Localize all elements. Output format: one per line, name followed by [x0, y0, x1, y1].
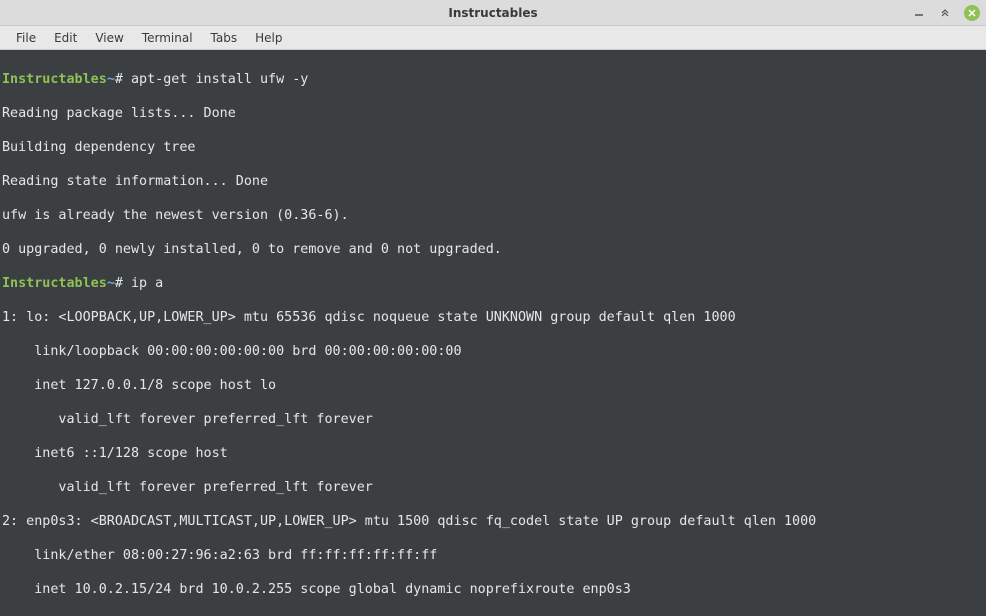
minimize-icon	[914, 8, 924, 18]
prompt-hash: #	[115, 72, 123, 87]
prompt-host: Instructables	[2, 72, 107, 87]
maximize-button[interactable]	[938, 6, 952, 20]
prompt-hash: #	[115, 276, 123, 291]
menu-tabs[interactable]: Tabs	[203, 28, 246, 48]
terminal-output: 0 upgraded, 0 newly installed, 0 to remo…	[0, 241, 986, 258]
menu-view[interactable]: View	[87, 28, 131, 48]
menubar: File Edit View Terminal Tabs Help	[0, 26, 986, 50]
terminal-output: ufw is already the newest version (0.36-…	[0, 207, 986, 224]
prompt-path: ~	[107, 276, 115, 291]
window-title: Instructables	[448, 6, 537, 20]
terminal-output: 2: enp0s3: <BROADCAST,MULTICAST,UP,LOWER…	[0, 513, 986, 530]
command-text: ip a	[131, 276, 163, 291]
close-button[interactable]	[964, 5, 980, 21]
menu-file[interactable]: File	[8, 28, 44, 48]
terminal-output: 1: lo: <LOOPBACK,UP,LOWER_UP> mtu 65536 …	[0, 309, 986, 326]
terminal-output: inet 127.0.0.1/8 scope host lo	[0, 377, 986, 394]
window-controls	[912, 5, 980, 21]
terminal-output: link/loopback 00:00:00:00:00:00 brd 00:0…	[0, 343, 986, 360]
terminal-output: Reading package lists... Done	[0, 105, 986, 122]
terminal-area[interactable]: Instructables~# apt-get install ufw -y R…	[0, 50, 986, 616]
terminal-output: Reading state information... Done	[0, 173, 986, 190]
terminal-output: Building dependency tree	[0, 139, 986, 156]
close-icon	[968, 9, 976, 17]
terminal-line: Instructables~# ip a	[0, 275, 986, 292]
terminal-output: inet 10.0.2.15/24 brd 10.0.2.255 scope g…	[0, 581, 986, 598]
terminal-output: valid_lft forever preferred_lft forever	[0, 479, 986, 496]
menu-terminal[interactable]: Terminal	[134, 28, 201, 48]
terminal-output: link/ether 08:00:27:96:a2:63 brd ff:ff:f…	[0, 547, 986, 564]
terminal-line: Instructables~# apt-get install ufw -y	[0, 71, 986, 88]
minimize-button[interactable]	[912, 6, 926, 20]
maximize-icon	[940, 8, 950, 18]
prompt-host: Instructables	[2, 276, 107, 291]
titlebar: Instructables	[0, 0, 986, 26]
command-text: apt-get install ufw -y	[131, 72, 308, 87]
prompt-path: ~	[107, 72, 115, 87]
terminal-output: inet6 ::1/128 scope host	[0, 445, 986, 462]
terminal-output: valid_lft forever preferred_lft forever	[0, 411, 986, 428]
menu-help[interactable]: Help	[247, 28, 290, 48]
menu-edit[interactable]: Edit	[46, 28, 85, 48]
